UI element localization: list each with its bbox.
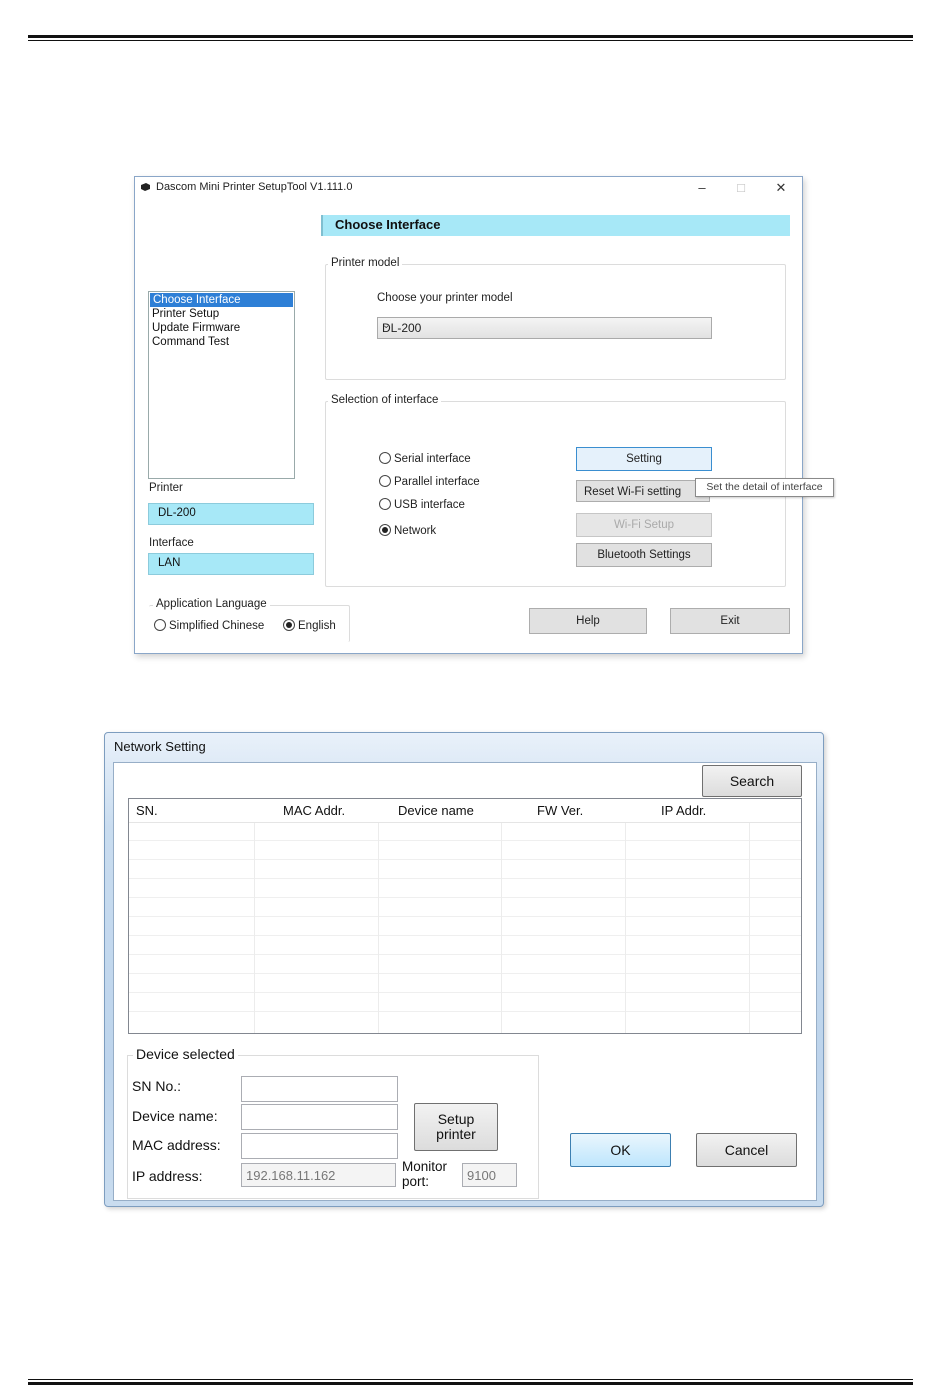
radio-serial-interface[interactable]: Serial interface xyxy=(379,452,471,465)
setup-printer-label-line1: Setup xyxy=(437,1111,475,1127)
choose-model-label: Choose your printer model xyxy=(377,292,513,304)
nav-item-update-firmware[interactable]: Update Firmware xyxy=(149,321,294,335)
window-title: Dascom Mini Printer SetupTool V1.111.0 xyxy=(156,181,353,193)
radio-checked-icon xyxy=(379,524,391,536)
radio-label: Simplified Chinese xyxy=(169,620,265,632)
monitor-port-label-line2: port: xyxy=(402,1174,430,1189)
table-header: SN. MAC Addr. Device name FW Ver. IP Add… xyxy=(129,799,801,823)
sn-field[interactable] xyxy=(241,1076,398,1102)
nav-item-command-test[interactable]: Command Test xyxy=(149,335,294,349)
help-button[interactable]: Help xyxy=(529,608,647,634)
mac-address-field[interactable] xyxy=(241,1133,398,1159)
device-name-label: Device name: xyxy=(132,1108,218,1124)
radio-network[interactable]: Network xyxy=(379,524,436,537)
window-titlebar[interactable]: Dascom Mini Printer SetupTool V1.111.0 –… xyxy=(135,177,802,199)
column-header-ip[interactable]: IP Addr. xyxy=(661,799,706,822)
table-row xyxy=(129,935,801,936)
device-selected-label: Device selected xyxy=(133,1046,238,1062)
interface-group-label: Selection of interface xyxy=(328,394,442,406)
radio-label: Serial interface xyxy=(394,453,471,465)
radio-circle-icon xyxy=(379,498,391,510)
section-header: Choose Interface xyxy=(321,215,790,236)
radio-label: USB interface xyxy=(394,499,465,511)
minimize-icon[interactable]: – xyxy=(687,178,717,198)
radio-label: English xyxy=(298,620,336,632)
monitor-port-label-line1: Monitor xyxy=(402,1159,448,1174)
radio-parallel-interface[interactable]: Parallel interface xyxy=(379,475,480,488)
device-name-field[interactable] xyxy=(241,1104,398,1130)
monitor-port-field[interactable]: 9100 xyxy=(462,1163,517,1187)
radio-circle-icon xyxy=(154,619,166,631)
table-row xyxy=(129,859,801,860)
maximize-icon[interactable]: □ xyxy=(726,178,756,198)
interface-label: Interface xyxy=(149,537,194,549)
nav-item-choose-interface[interactable]: Choose Interface xyxy=(150,293,293,307)
reset-wifi-button[interactable]: Reset Wi-Fi setting xyxy=(576,480,710,502)
radio-circle-icon xyxy=(379,452,391,464)
radio-label: Network xyxy=(394,525,437,537)
page-top-rule xyxy=(28,35,913,41)
column-divider xyxy=(749,799,750,1033)
table-row xyxy=(129,878,801,879)
radio-usb-interface[interactable]: USB interface xyxy=(379,498,465,511)
page-bottom-rule xyxy=(28,1379,913,1385)
table-row xyxy=(129,916,801,917)
radio-english[interactable]: English xyxy=(283,619,336,632)
printer-model-select[interactable]: DL-200 ⌄ xyxy=(377,317,712,339)
table-row xyxy=(129,840,801,841)
printer-app-icon xyxy=(141,183,150,191)
sn-label: SN No.: xyxy=(132,1078,182,1094)
table-row xyxy=(129,973,801,974)
radio-circle-icon xyxy=(379,475,391,487)
bluetooth-settings-button[interactable]: Bluetooth Settings xyxy=(576,543,712,567)
ip-address-label: IP address: xyxy=(132,1168,203,1184)
interface-tooltip: Set the detail of interface xyxy=(695,478,834,497)
column-header-sn[interactable]: SN. xyxy=(136,799,158,822)
ok-button[interactable]: OK xyxy=(570,1133,671,1167)
printer-value: DL-200 xyxy=(158,507,196,519)
printer-field: DL-200 xyxy=(148,503,314,525)
column-divider xyxy=(378,799,379,1033)
printer-model-group-label: Printer model xyxy=(328,257,403,269)
nav-item-printer-setup[interactable]: Printer Setup xyxy=(149,307,294,321)
close-icon[interactable]: ✕ xyxy=(766,178,796,198)
table-row xyxy=(129,992,801,993)
nav-list[interactable]: Choose Interface Printer Setup Update Fi… xyxy=(148,291,295,479)
radio-checked-icon xyxy=(283,619,295,631)
setup-printer-label-line2: printer xyxy=(436,1126,476,1142)
setup-tool-window: Dascom Mini Printer SetupTool V1.111.0 –… xyxy=(134,176,834,654)
ip-address-field[interactable]: 192.168.11.162 xyxy=(241,1163,396,1187)
dialog-client-area: Search SN. MAC Addr. Device name FW Ver.… xyxy=(113,762,817,1201)
column-header-fw-ver[interactable]: FW Ver. xyxy=(537,799,583,822)
interface-value: LAN xyxy=(158,557,181,569)
table-row xyxy=(129,954,801,955)
chevron-down-icon: ⌄ xyxy=(382,320,391,331)
language-group-label: Application Language xyxy=(153,598,270,610)
printer-label: Printer xyxy=(149,482,183,494)
table-row xyxy=(129,1011,801,1012)
network-setting-dialog: Network Setting Search SN. MAC Addr. Dev… xyxy=(104,732,824,1207)
column-header-mac[interactable]: MAC Addr. xyxy=(283,799,345,822)
column-divider xyxy=(625,799,626,1033)
cancel-button[interactable]: Cancel xyxy=(696,1133,797,1167)
device-table[interactable]: SN. MAC Addr. Device name FW Ver. IP Add… xyxy=(128,798,802,1034)
monitor-port-label: Monitor port: xyxy=(402,1159,447,1189)
section-header-title: Choose Interface xyxy=(335,217,441,232)
radio-label: Parallel interface xyxy=(394,476,480,488)
column-header-device-name[interactable]: Device name xyxy=(398,799,474,822)
interface-field: LAN xyxy=(148,553,314,575)
exit-button[interactable]: Exit xyxy=(670,608,790,634)
mac-address-label: MAC address: xyxy=(132,1137,221,1153)
table-row xyxy=(129,897,801,898)
setting-button[interactable]: Setting xyxy=(576,447,712,471)
dialog-title: Network Setting xyxy=(114,739,206,754)
search-button[interactable]: Search xyxy=(702,765,802,797)
radio-simplified-chinese[interactable]: Simplified Chinese xyxy=(154,619,264,632)
setup-printer-button[interactable]: Setup printer xyxy=(414,1103,498,1151)
column-divider xyxy=(254,799,255,1033)
column-divider xyxy=(501,799,502,1033)
wifi-setup-button[interactable]: Wi-Fi Setup xyxy=(576,513,712,537)
